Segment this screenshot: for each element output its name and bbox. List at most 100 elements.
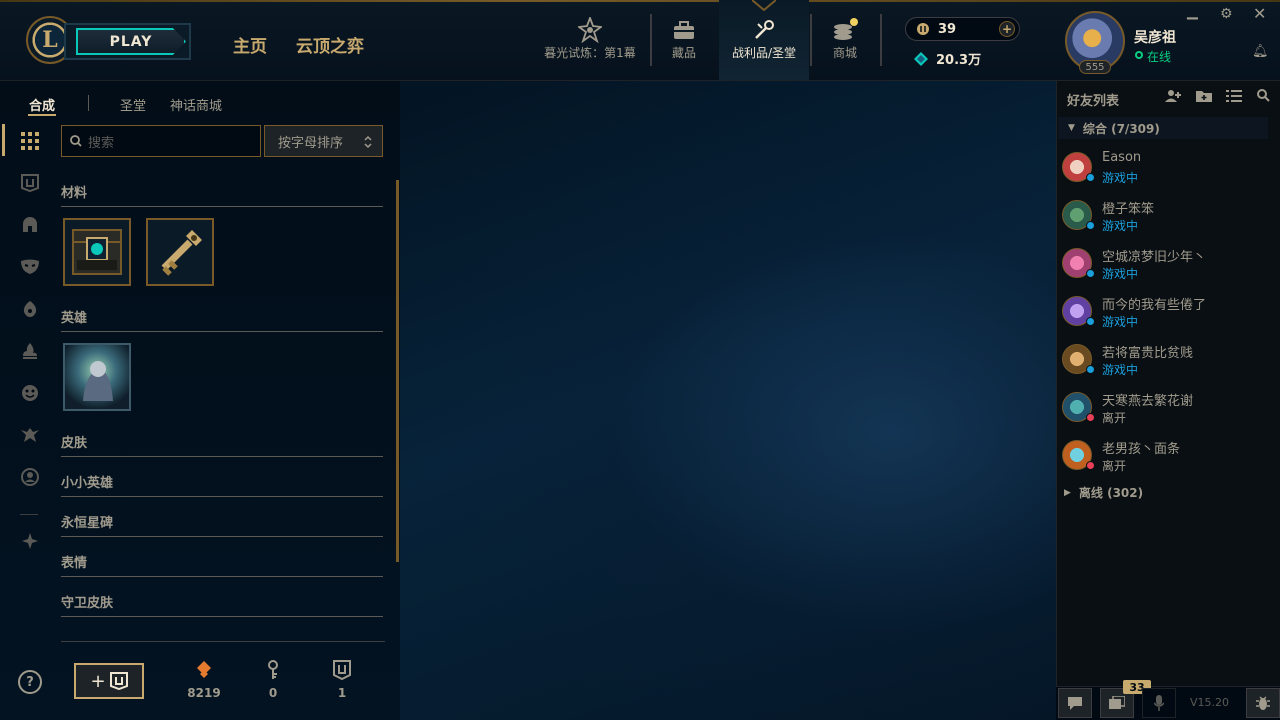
username[interactable]: 吴彦祖 xyxy=(1134,27,1176,47)
close-icon[interactable]: ✕ xyxy=(1253,4,1266,23)
microphone-icon xyxy=(1154,695,1164,711)
champion-helmet-icon[interactable] xyxy=(18,213,42,237)
all-items-grid-icon[interactable] xyxy=(18,129,42,153)
hextech-chest-item[interactable] xyxy=(63,218,131,286)
friend-row[interactable]: 若将富贵比贫贱 游戏中 xyxy=(1062,338,1262,382)
chevron-down-icon: ▼ xyxy=(1068,123,1075,133)
nav-store[interactable]: 商城 xyxy=(820,0,870,80)
friend-status-dot-icon xyxy=(1086,461,1095,470)
section-materials[interactable]: 材料 xyxy=(61,182,383,207)
friend-row[interactable]: 橙子笨笨 游戏中 xyxy=(1062,194,1262,238)
friend-group-offline[interactable]: ▶ 离线 (302) xyxy=(1064,484,1143,501)
add-folder-icon[interactable] xyxy=(1196,89,1212,107)
search-placeholder: 搜索 xyxy=(88,135,115,151)
ward-skin-icon[interactable] xyxy=(18,423,42,447)
champion-shard-item[interactable] xyxy=(63,343,131,411)
add-friend-icon[interactable] xyxy=(1165,89,1183,107)
voice-button[interactable] xyxy=(1142,688,1176,718)
nav-event-pass-label: 暮光试炼：第1幕 xyxy=(544,46,636,60)
tab-mythic-shop[interactable]: 神话商城 xyxy=(170,95,222,114)
section-eternals[interactable]: 永恒星碑 xyxy=(61,512,383,537)
help-button[interactable]: ? xyxy=(18,670,42,694)
key-counter: 0 xyxy=(253,660,293,700)
be-balance: 20.3万 xyxy=(914,49,981,68)
hextech-key-icon xyxy=(161,230,202,276)
key-amount: 0 xyxy=(268,686,278,700)
notification-bell-icon[interactable]: 🔔︎ xyxy=(1252,44,1269,59)
friend-status: 离开 xyxy=(1102,459,1127,473)
friend-status-dot-icon xyxy=(1086,173,1095,182)
chat-button[interactable] xyxy=(1058,688,1092,718)
friend-name: 而今的我有些倦了 xyxy=(1102,298,1207,313)
summoner-icon-category-icon[interactable] xyxy=(18,465,42,489)
hextech-chest-icon xyxy=(72,229,122,275)
section-champions[interactable]: 英雄 xyxy=(61,307,383,332)
friend-name: 老男孩丶面条 xyxy=(1102,442,1181,457)
event-pass-icon xyxy=(578,16,602,44)
friend-row[interactable]: 而今的我有些倦了 游戏中 xyxy=(1062,290,1262,334)
section-ward-skins[interactable]: 守卫皮肤 xyxy=(61,592,383,617)
client-version: V15.20 xyxy=(1190,696,1230,709)
hextech-key-item[interactable] xyxy=(146,218,214,286)
friend-status: 游戏中 xyxy=(1102,315,1139,329)
loot-scrollbar[interactable] xyxy=(396,180,399,562)
section-emotes[interactable]: 表情 xyxy=(61,552,383,577)
bug-report-button[interactable] xyxy=(1246,688,1280,718)
add-chest-button[interactable]: + xyxy=(74,663,144,699)
friend-status: 游戏中 xyxy=(1102,267,1139,281)
friend-row[interactable]: 老男孩丶面条 离开 xyxy=(1062,434,1262,478)
nav-tft[interactable]: 云顶之弈 xyxy=(296,32,364,57)
main-background xyxy=(400,81,1056,720)
nav-loot-label: 战利品/圣堂 xyxy=(731,46,797,60)
friend-row[interactable]: 天寒燕去繁花谢 离开 xyxy=(1062,386,1262,430)
store-icon xyxy=(831,16,859,44)
friend-search-icon[interactable] xyxy=(1257,89,1270,106)
minimize-icon[interactable]: ▁ xyxy=(1187,4,1198,20)
logo-letter: L xyxy=(42,27,58,53)
champion-portrait-icon xyxy=(65,345,129,409)
play-button[interactable]: PLAY xyxy=(76,28,186,55)
friend-row[interactable]: 空城凉梦旧少年丶 游戏中 xyxy=(1062,242,1262,286)
section-skins[interactable]: 皮肤 xyxy=(61,432,383,457)
chest-count-icon xyxy=(333,660,351,680)
friend-group-general[interactable]: ▼ 综合 (7/309) xyxy=(1058,117,1268,139)
group-general-label: 综合 (7/309) xyxy=(1082,121,1160,136)
be-amount: 20.3万 xyxy=(936,53,982,68)
skin-mask-icon[interactable] xyxy=(18,255,42,279)
rp-amount: 39 xyxy=(938,21,957,37)
nav-event-pass[interactable]: 暮光试炼：第1幕 xyxy=(540,0,640,80)
section-little-legends[interactable]: 小小英雄 xyxy=(61,472,383,497)
eternals-flame-icon[interactable] xyxy=(18,339,42,363)
friends-title: 好友列表 xyxy=(1067,94,1120,109)
list-view-icon[interactable] xyxy=(1226,89,1242,107)
emote-smiley-icon[interactable] xyxy=(18,381,42,405)
friend-name: 空城凉梦旧少年丶 xyxy=(1102,250,1207,265)
friend-row[interactable]: Eason 游戏中 xyxy=(1062,146,1262,190)
little-legend-icon[interactable] xyxy=(18,297,42,321)
friend-status: 游戏中 xyxy=(1102,363,1139,377)
blue-essence-icon xyxy=(914,51,928,66)
bottom-divider xyxy=(61,641,385,642)
sort-dropdown[interactable]: 按字母排序 xyxy=(264,125,383,157)
status-text[interactable]: 在线 xyxy=(1147,48,1171,65)
friend-name: Eason xyxy=(1102,150,1142,165)
nav-loot[interactable]: 战利品/圣堂 xyxy=(719,0,809,80)
friend-name: 天寒燕去繁花谢 xyxy=(1102,394,1194,409)
chest-category-icon[interactable] xyxy=(18,171,42,195)
buy-rp-button[interactable]: + xyxy=(999,21,1015,37)
settings-gear-icon[interactable]: ⚙ xyxy=(1220,6,1233,22)
sort-label: 按字母排序 xyxy=(278,135,344,151)
friend-name: 橙子笨笨 xyxy=(1102,202,1155,217)
active-tab-marker-icon xyxy=(752,0,776,12)
search-input[interactable]: 搜索 xyxy=(61,125,261,157)
nav-collection[interactable]: 藏品 xyxy=(660,0,708,80)
tab-crafting[interactable]: 合成 xyxy=(29,95,55,114)
rp-balance[interactable]: 39 + xyxy=(905,17,1020,41)
orange-essence-amount: 8219 xyxy=(187,686,221,700)
play-button-frame[interactable]: PLAY xyxy=(64,23,191,60)
nav-collection-label: 藏品 xyxy=(671,46,696,60)
friend-name: 若将富贵比贫贱 xyxy=(1102,346,1194,361)
nav-home[interactable]: 主页 xyxy=(233,32,267,57)
other-items-icon[interactable] xyxy=(18,529,42,553)
tab-sanctum[interactable]: 圣堂 xyxy=(120,95,146,114)
